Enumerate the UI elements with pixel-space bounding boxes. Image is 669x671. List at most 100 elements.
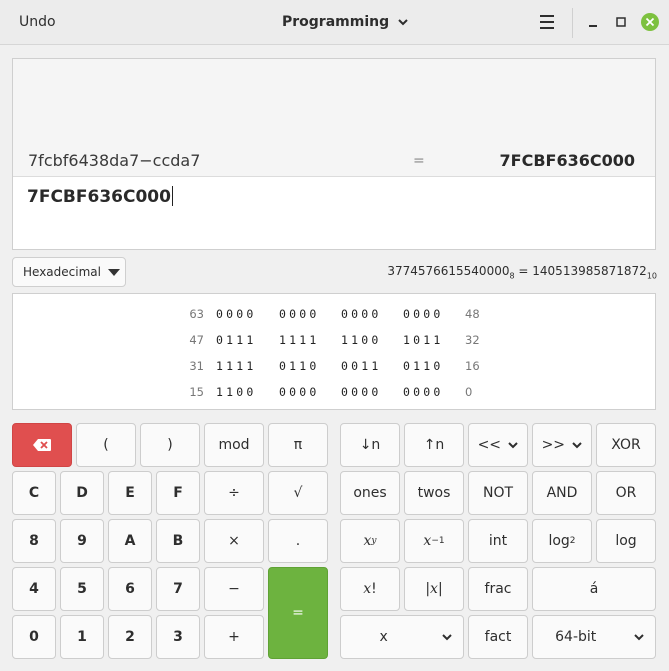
- factorial-button[interactable]: x!: [340, 567, 400, 611]
- shift-down-button[interactable]: ↓n: [340, 423, 400, 467]
- multiply-button[interactable]: ×: [204, 519, 264, 563]
- close-paren-button[interactable]: ): [140, 423, 200, 467]
- digit-0-button[interactable]: 0: [12, 615, 56, 659]
- minimize-icon[interactable]: [583, 12, 603, 32]
- frac-button[interactable]: frac: [468, 567, 528, 611]
- left-shift-label: <<: [477, 437, 502, 453]
- bit-nibble[interactable]: 0000: [341, 383, 382, 401]
- digit-b-button[interactable]: B: [156, 519, 200, 563]
- entry-field[interactable]: 7FCBF636C000: [27, 186, 173, 207]
- mod-button[interactable]: mod: [204, 423, 264, 467]
- backspace-button[interactable]: [12, 423, 72, 467]
- bit-row: 63 0000 0000 0000 0000 48: [13, 305, 655, 323]
- right-shift-dropdown[interactable]: >>: [532, 423, 592, 467]
- log2-button[interactable]: log 2: [532, 519, 592, 563]
- octal-subscript: 8: [509, 271, 515, 281]
- factorial-base: x: [363, 581, 372, 597]
- abs-button[interactable]: | x |: [404, 567, 464, 611]
- bit-nibble[interactable]: 0110: [403, 357, 444, 375]
- or-button[interactable]: OR: [596, 471, 656, 515]
- not-button[interactable]: NOT: [468, 471, 528, 515]
- digit-7-button[interactable]: 7: [156, 567, 200, 611]
- octal-value: 3774576615540000: [387, 264, 510, 278]
- digit-1-button[interactable]: 1: [60, 615, 104, 659]
- history-expression[interactable]: 7fcbf6438da7−ccda7: [28, 151, 200, 170]
- twos-complement-button[interactable]: twos: [404, 471, 464, 515]
- digit-3-button[interactable]: 3: [156, 615, 200, 659]
- sqrt-button[interactable]: √: [268, 471, 328, 515]
- chevron-down-icon: [572, 442, 582, 449]
- bit-nibble[interactable]: 0110: [279, 357, 320, 375]
- mode-menu-button[interactable]: Programming: [272, 7, 419, 37]
- bit-nibble[interactable]: 1111: [279, 331, 320, 349]
- bit-nibble[interactable]: 0111: [216, 331, 257, 349]
- bit-nibble[interactable]: 0000: [279, 383, 320, 401]
- bit-nibble[interactable]: 1100: [216, 383, 257, 401]
- bit-index-low: 32: [465, 333, 480, 347]
- ones-complement-button[interactable]: ones: [340, 471, 400, 515]
- word-size-label: 64-bit: [555, 629, 597, 645]
- bit-panel: 63 0000 0000 0000 0000 48 47 0111 1111 1…: [12, 293, 656, 410]
- bit-nibble[interactable]: 0000: [341, 305, 382, 323]
- digit-a-button[interactable]: A: [108, 519, 152, 563]
- decimal-value: 140513985871872: [532, 264, 647, 278]
- power-button[interactable]: xy: [340, 519, 400, 563]
- digit-c-button[interactable]: C: [12, 471, 56, 515]
- variable-dropdown[interactable]: x: [340, 615, 464, 659]
- close-icon[interactable]: [640, 12, 660, 32]
- log-button[interactable]: log: [596, 519, 656, 563]
- history-equals: =: [413, 153, 425, 169]
- calculator-display: 7fcbf6438da7−ccda7 = 7FCBF636C000 7FCBF6…: [12, 58, 656, 250]
- undo-button[interactable]: Undo: [6, 7, 69, 37]
- mode-label: Programming: [282, 14, 390, 30]
- number-base-dropdown[interactable]: Hexadecimal: [12, 257, 126, 287]
- bit-index-low: 48: [465, 307, 480, 321]
- bit-nibble[interactable]: 0000: [403, 305, 444, 323]
- subtract-button[interactable]: −: [204, 567, 264, 611]
- shift-up-button[interactable]: ↑n: [404, 423, 464, 467]
- digit-e-button[interactable]: E: [108, 471, 152, 515]
- inverse-base: x: [423, 533, 432, 549]
- divide-button[interactable]: ÷: [204, 471, 264, 515]
- digit-2-button[interactable]: 2: [108, 615, 152, 659]
- factorize-button[interactable]: fact: [468, 615, 528, 659]
- bit-nibble[interactable]: 0000: [403, 383, 444, 401]
- bit-nibble[interactable]: 1111: [216, 357, 257, 375]
- equals-button[interactable]: =: [268, 567, 328, 659]
- menu-icon[interactable]: [532, 10, 562, 34]
- history-panel: 7fcbf6438da7−ccda7 = 7FCBF636C000: [13, 59, 655, 177]
- digit-9-button[interactable]: 9: [60, 519, 104, 563]
- digit-8-button[interactable]: 8: [12, 519, 56, 563]
- pi-button[interactable]: π: [268, 423, 328, 467]
- chevron-down-icon: [398, 19, 408, 26]
- bit-nibble[interactable]: 0011: [341, 357, 382, 375]
- insert-character-button[interactable]: á: [532, 567, 656, 611]
- open-paren-button[interactable]: (: [76, 423, 136, 467]
- bit-row: 47 0111 1111 1100 1011 32: [13, 331, 655, 349]
- int-button[interactable]: int: [468, 519, 528, 563]
- bit-index-high: 31: [189, 359, 204, 373]
- digit-f-button[interactable]: F: [156, 471, 200, 515]
- digit-4-button[interactable]: 4: [12, 567, 56, 611]
- xor-button[interactable]: XOR: [596, 423, 656, 467]
- bit-nibble[interactable]: 1011: [403, 331, 444, 349]
- entry-value: 7FCBF636C000: [27, 187, 171, 207]
- left-shift-dropdown[interactable]: <<: [468, 423, 528, 467]
- header-bar: Undo Programming: [0, 0, 669, 45]
- history-result[interactable]: 7FCBF636C000: [500, 151, 635, 170]
- decimal-point-button[interactable]: .: [268, 519, 328, 563]
- bit-nibble[interactable]: 0000: [279, 305, 320, 323]
- digit-5-button[interactable]: 5: [60, 567, 104, 611]
- and-button[interactable]: AND: [532, 471, 592, 515]
- bit-nibble[interactable]: 0000: [216, 305, 257, 323]
- variable-label: x: [379, 629, 388, 645]
- bit-nibble[interactable]: 1100: [341, 331, 382, 349]
- chevron-down-icon: [508, 442, 518, 449]
- digit-6-button[interactable]: 6: [108, 567, 152, 611]
- word-size-dropdown[interactable]: 64-bit: [532, 615, 656, 659]
- add-button[interactable]: +: [204, 615, 264, 659]
- inverse-button[interactable]: x −1: [404, 519, 464, 563]
- digit-d-button[interactable]: D: [60, 471, 104, 515]
- power-exponent: y: [371, 536, 377, 546]
- maximize-icon[interactable]: [611, 12, 631, 32]
